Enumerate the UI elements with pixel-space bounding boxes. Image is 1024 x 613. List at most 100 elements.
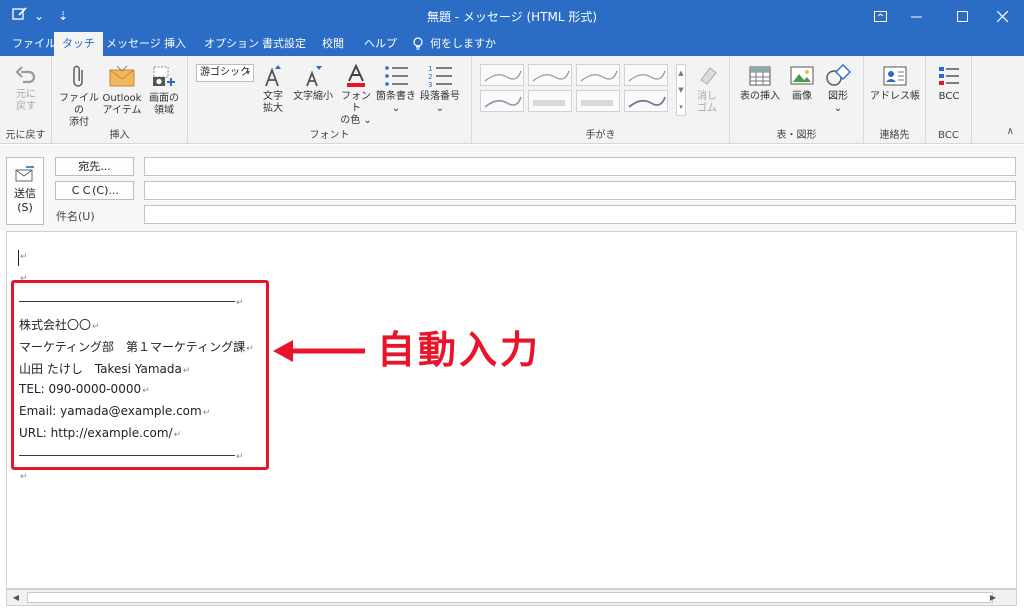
- eraser-button[interactable]: 消し ゴム: [692, 64, 722, 115]
- to-field[interactable]: [144, 157, 1016, 176]
- subject-label: 件名(U): [56, 210, 95, 223]
- bullets-button[interactable]: 箇条書き ⌄: [376, 64, 416, 115]
- ribbon-tabs: ファイル タッチ メッセージ 挿入 オプション 書式設定 校閲 ヘルプ 何をしま…: [0, 32, 1024, 56]
- subject-field[interactable]: [144, 205, 1016, 224]
- send-button[interactable]: 送信 (S): [6, 157, 44, 225]
- svg-text:3: 3: [428, 81, 432, 88]
- grow-font-button[interactable]: 文字 拡大: [258, 64, 288, 115]
- to-button[interactable]: 宛先...: [55, 157, 134, 176]
- tab-help[interactable]: ヘルプ: [356, 32, 405, 56]
- cc-field[interactable]: [144, 181, 1016, 200]
- group-label-undo: 元に戻す: [5, 130, 46, 141]
- outlook-label-1: Outlook: [102, 93, 142, 104]
- undo-icon: [15, 66, 36, 84]
- group-contacts: アドレス帳 連絡先: [864, 56, 926, 144]
- shrink-font-label: 文字縮小: [293, 91, 333, 102]
- numbering-button[interactable]: 123 段落番号 ⌄: [418, 64, 462, 115]
- close-icon[interactable]: [980, 0, 1024, 32]
- envelope-icon: [109, 65, 135, 87]
- send-label-2: (S): [17, 201, 33, 214]
- shapes-label-2: ⌄: [833, 103, 843, 114]
- highlighter-style-2[interactable]: [576, 90, 620, 112]
- title-bar: ⌄ ⇣ 無題 - メッセージ (HTML 形式): [0, 0, 1024, 32]
- insert-picture-button[interactable]: 画像: [786, 64, 818, 103]
- maximize-icon[interactable]: [940, 0, 984, 32]
- tell-me-box[interactable]: 何をしますか: [404, 32, 504, 56]
- chevron-down-icon: ▾: [245, 68, 250, 77]
- group-label-insert: 挿入: [109, 130, 130, 141]
- shrink-font-icon: [306, 66, 322, 87]
- address-book-label: アドレス帳: [870, 91, 920, 102]
- annotation-highlight-box: [11, 280, 269, 470]
- eraser-label-1: 消し: [697, 91, 717, 102]
- pen-style-4[interactable]: [624, 64, 668, 86]
- outlook-item-button[interactable]: Outlook アイテム: [100, 64, 144, 117]
- attach-label-1: ファイルの: [59, 93, 99, 116]
- cc-button[interactable]: ＣＣ(C)...: [55, 181, 134, 200]
- font-name-combo[interactable]: 游ゴシック ▾: [196, 64, 254, 82]
- screenshot-label-2: 領域: [154, 105, 174, 116]
- pen-style-6[interactable]: [624, 90, 668, 112]
- tab-touch[interactable]: タッチ: [54, 32, 103, 56]
- attach-file-button[interactable]: ファイルの 添付: [58, 64, 100, 129]
- group-undo: 元に 戻す 元に戻す: [0, 56, 52, 144]
- table-icon: [749, 66, 771, 86]
- camera-icon: [153, 66, 175, 86]
- group-label-contacts: 連絡先: [879, 130, 910, 141]
- shapes-label-1: 図形: [828, 91, 848, 102]
- outlook-label-2: アイテム: [102, 105, 142, 116]
- send-label-1: 送信: [14, 187, 36, 200]
- undo-label-1: 元に: [16, 89, 36, 100]
- annotation-arrow-icon: [273, 340, 365, 362]
- font-color-button[interactable]: フォント の色 ⌄: [338, 64, 374, 127]
- collapse-ribbon-icon[interactable]: ∧: [1007, 126, 1014, 137]
- scroll-right-icon[interactable]: ▶: [986, 591, 1000, 604]
- eraser-label-2: ゴム: [697, 103, 717, 114]
- pen-style-3[interactable]: [576, 64, 620, 86]
- undo-button[interactable]: 元に 戻す: [8, 64, 44, 113]
- svg-text:2: 2: [428, 73, 432, 81]
- address-book-button[interactable]: アドレス帳: [870, 64, 920, 103]
- group-label-ink: 手がき: [585, 130, 616, 141]
- bcc-icon: [939, 67, 959, 85]
- bullets-icon: [385, 66, 408, 86]
- ribbon: 元に 戻す 元に戻す ファイルの 添付 Outlook アイテム 画面の 領域 …: [0, 56, 1024, 144]
- scroll-thumb[interactable]: [27, 592, 993, 603]
- group-label-tables: 表・図形: [776, 130, 817, 141]
- picture-icon: [790, 66, 814, 85]
- bcc-label: BCC: [938, 91, 960, 102]
- text-cursor: [18, 250, 19, 266]
- tab-insert[interactable]: 挿入: [156, 32, 194, 56]
- tab-format[interactable]: 書式設定: [254, 32, 314, 56]
- numbering-icon: 123: [428, 65, 452, 88]
- bcc-button[interactable]: BCC: [932, 64, 966, 103]
- highlighter-style-1[interactable]: [528, 90, 572, 112]
- screenshot-label-1: 画面の: [149, 93, 179, 104]
- group-bcc: BCC BCC: [926, 56, 972, 144]
- grow-font-label-1: 文字: [263, 91, 283, 102]
- scroll-left-icon[interactable]: ◀: [9, 591, 23, 604]
- message-header: 送信 (S) 宛先... ＣＣ(C)... 件名(U): [0, 145, 1024, 231]
- pen-style-2[interactable]: [528, 64, 572, 86]
- numbering-label-1: 段落番号: [420, 91, 460, 102]
- minimize-icon[interactable]: [894, 0, 938, 32]
- font-color-icon: [347, 64, 365, 87]
- message-body[interactable]: ↵ ↵ ――――――――――――――――――↵ 株式会社〇〇↵ マーケティング部…: [6, 231, 1017, 589]
- insert-table-label: 表の挿入: [740, 91, 780, 102]
- paperclip-icon: [73, 65, 83, 87]
- tab-review[interactable]: 校閲: [314, 32, 352, 56]
- grow-font-icon: [265, 65, 281, 87]
- pen-style-5[interactable]: [480, 90, 524, 112]
- font-color-label-2: の色 ⌄: [340, 115, 372, 126]
- horizontal-scrollbar[interactable]: ◀ ▶: [6, 589, 1017, 606]
- font-name-value: 游ゴシック: [200, 67, 250, 78]
- shrink-font-button[interactable]: 文字縮小: [290, 64, 336, 103]
- screenshot-button[interactable]: 画面の 領域: [144, 64, 184, 117]
- insert-table-button[interactable]: 表の挿入: [736, 64, 784, 103]
- annotation-label: 自動入力: [377, 328, 542, 372]
- insert-shapes-button[interactable]: 図形 ⌄: [822, 64, 854, 115]
- tell-me-label: 何をしますか: [430, 37, 496, 50]
- gallery-scroll[interactable]: ▲ ▼ ▾: [676, 64, 686, 116]
- undo-label-2: 戻す: [16, 101, 36, 112]
- pen-style-1[interactable]: [480, 64, 524, 86]
